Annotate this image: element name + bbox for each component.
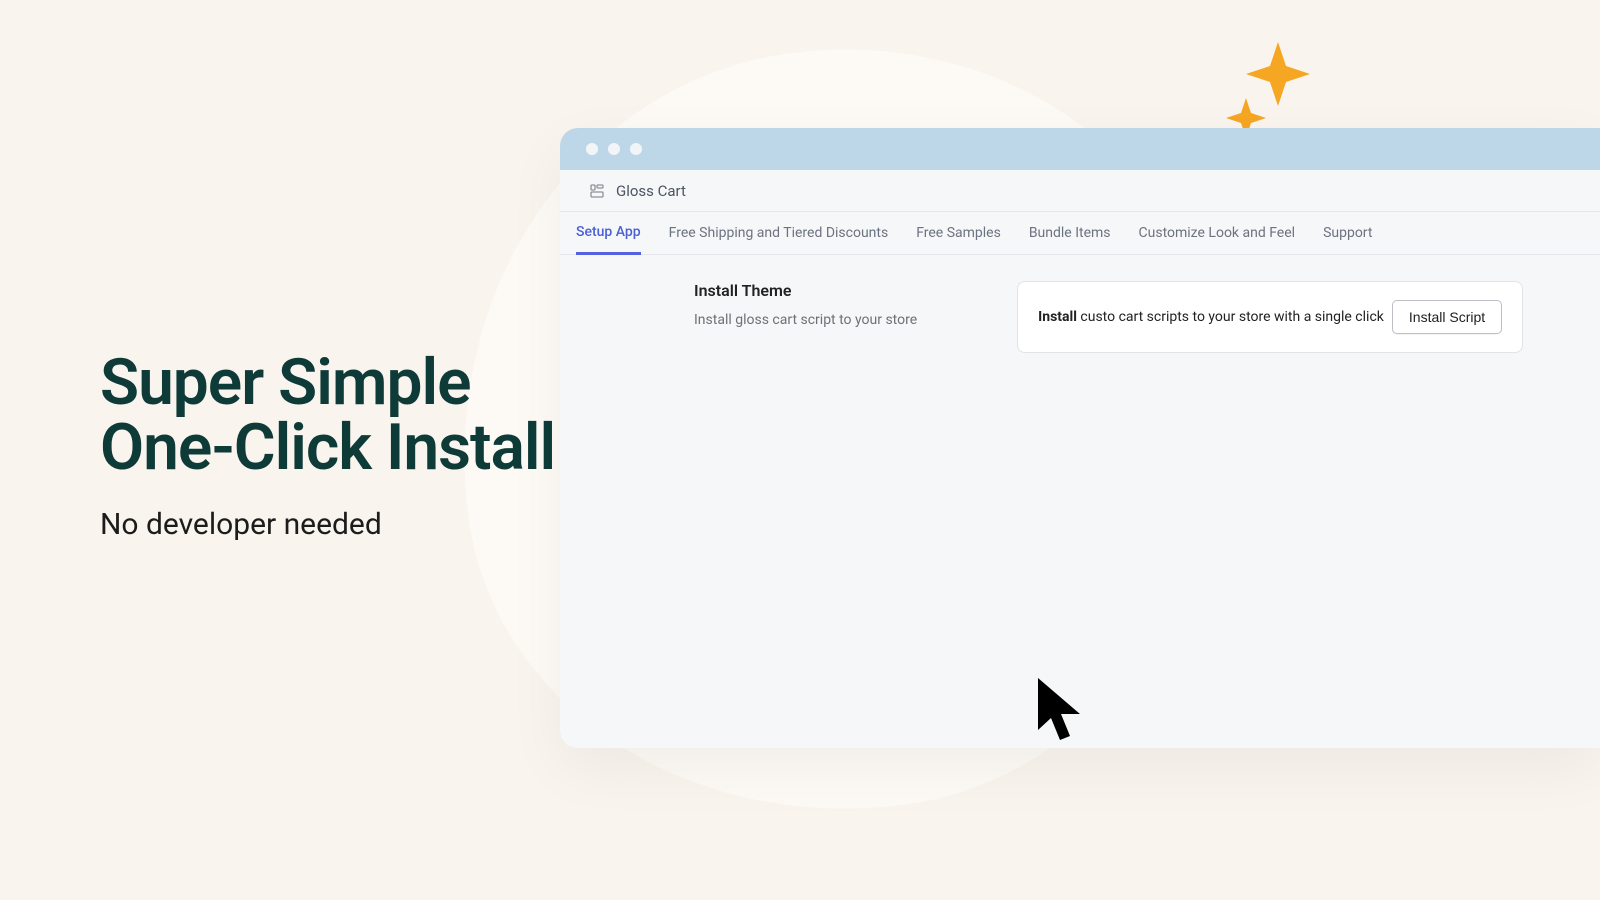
hero-subtitle: No developer needed <box>100 507 555 542</box>
install-card: Install custo cart scripts to your store… <box>1017 281 1523 353</box>
section-header: Install Theme Install gloss cart script … <box>694 281 917 353</box>
window-control-close[interactable] <box>586 143 598 155</box>
window-control-minimize[interactable] <box>608 143 620 155</box>
section-subtitle: Install gloss cart script to your store <box>694 312 917 328</box>
install-script-button[interactable]: Install Script <box>1392 300 1502 334</box>
section-title: Install Theme <box>694 281 917 300</box>
tab-bundle-items[interactable]: Bundle Items <box>1029 212 1111 254</box>
tab-customize[interactable]: Customize Look and Feel <box>1139 212 1296 254</box>
install-card-text: Install custo cart scripts to your store… <box>1038 309 1384 325</box>
content-area: Install Theme Install gloss cart script … <box>560 255 1600 353</box>
tab-support[interactable]: Support <box>1323 212 1372 254</box>
hero-title-line2: One-Click Install <box>100 410 555 485</box>
app-header: Gloss Cart <box>560 170 1600 212</box>
tab-setup-app[interactable]: Setup App <box>576 213 641 255</box>
tab-bar: Setup App Free Shipping and Tiered Disco… <box>560 212 1600 255</box>
tab-free-samples[interactable]: Free Samples <box>916 212 1001 254</box>
hero-block: Super Simple One-Click Install No develo… <box>100 350 555 542</box>
cursor-icon <box>1034 676 1088 754</box>
install-card-bold: Install <box>1038 309 1077 325</box>
install-card-rest: custo cart scripts to your store with a … <box>1077 309 1384 325</box>
window-titlebar <box>560 128 1600 170</box>
app-name: Gloss Cart <box>616 182 686 200</box>
hero-title-line1: Super Simple <box>100 345 471 420</box>
app-window: Gloss Cart Setup App Free Shipping and T… <box>560 128 1600 748</box>
hero-title: Super Simple One-Click Install <box>100 350 555 481</box>
tab-free-shipping[interactable]: Free Shipping and Tiered Discounts <box>669 212 889 254</box>
window-control-maximize[interactable] <box>630 143 642 155</box>
app-icon <box>590 184 604 198</box>
